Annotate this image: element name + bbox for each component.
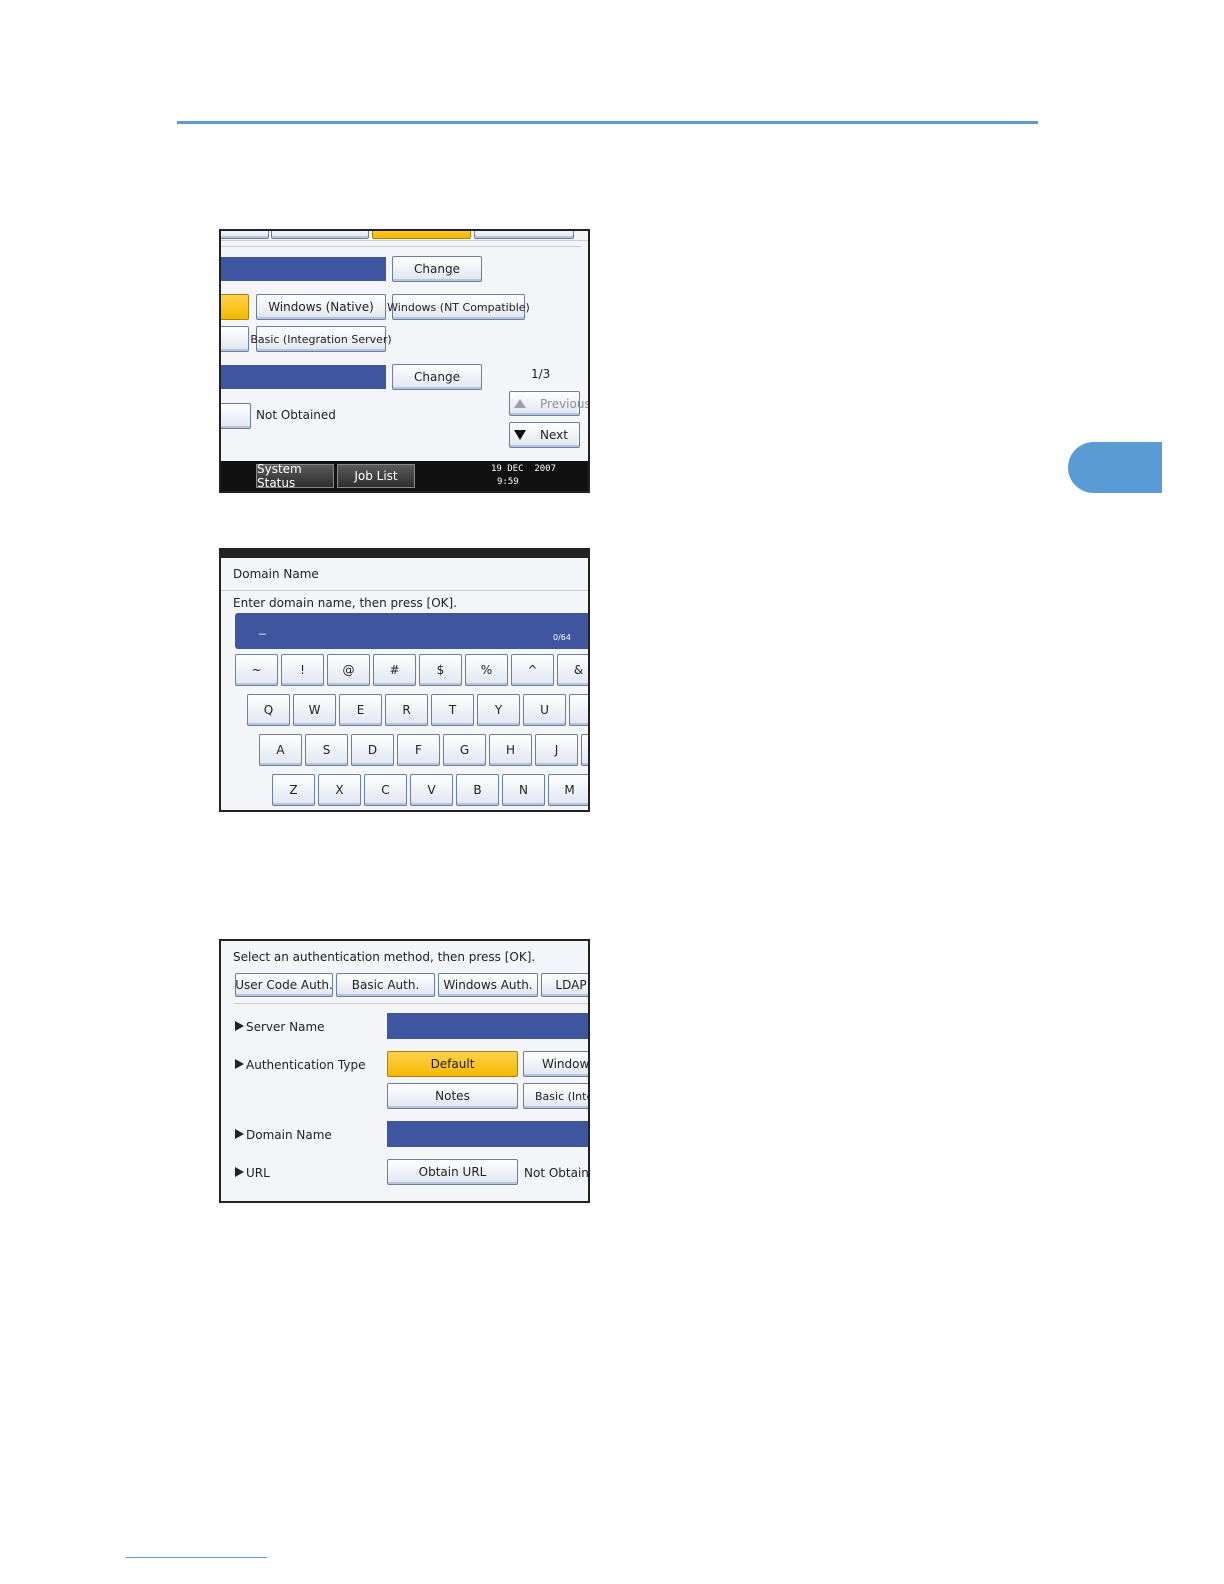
keyboard-key[interactable]: ^ xyxy=(511,654,554,686)
tab-partial-4[interactable] xyxy=(474,231,574,239)
url-status: Not Obtained xyxy=(256,408,336,422)
job-list-button[interactable]: Job List xyxy=(337,464,415,488)
screenshot-authentication-settings-page1: Change Windows (Native) Windows (NT Comp… xyxy=(219,229,590,493)
basic-integration-button[interactable]: Basic (Integr xyxy=(523,1083,588,1109)
default-button-partial[interactable] xyxy=(221,294,249,320)
authentication-type-label: Authentication Type xyxy=(235,1058,365,1072)
url-label: URL xyxy=(235,1166,270,1180)
keyboard-key[interactable]: & xyxy=(557,654,588,686)
windows-nt-compatible-button[interactable]: Windows (NT Compatible) xyxy=(387,294,530,320)
tab-ldap[interactable]: LDAP xyxy=(541,973,588,997)
divider xyxy=(221,246,581,247)
input-cursor: _ xyxy=(259,621,266,635)
keyboard-key[interactable]: N xyxy=(502,774,545,806)
keyboard-key[interactable]: S xyxy=(305,734,348,766)
notes-button[interactable]: Notes xyxy=(387,1083,518,1109)
keyboard-key[interactable]: U xyxy=(523,694,566,726)
keyboard-key[interactable]: E xyxy=(339,694,382,726)
keyboard-key[interactable]: W xyxy=(293,694,336,726)
keyboard-key[interactable]: G xyxy=(443,734,486,766)
obtain-url-button[interactable]: Obtain URL xyxy=(387,1159,518,1185)
windows-native-button[interactable]: Windows (Native) xyxy=(256,294,386,320)
chapter-tab xyxy=(1068,442,1162,493)
down-arrow-icon xyxy=(514,430,526,440)
keyboard-key[interactable]: R xyxy=(385,694,428,726)
date-display: 19 DEC 2007 xyxy=(491,464,557,474)
next-button[interactable]: Next xyxy=(509,422,580,448)
dialog-title: Domain Name xyxy=(233,567,319,581)
keyboard-key[interactable]: @ xyxy=(327,654,370,686)
dialog-title-bar xyxy=(221,550,588,558)
keyboard-key[interactable]: # xyxy=(373,654,416,686)
keyboard-key[interactable]: M xyxy=(548,774,588,806)
keyboard-key[interactable]: T xyxy=(431,694,474,726)
footer-rule xyxy=(126,1557,267,1558)
previous-label: Previous xyxy=(540,396,590,411)
tab-partial-1[interactable] xyxy=(221,231,269,239)
page-indicator: 1/3 xyxy=(531,367,551,381)
domain-name-field[interactable] xyxy=(221,365,386,389)
server-name-label: Server Name xyxy=(235,1020,325,1034)
tab-partial-2[interactable] xyxy=(271,231,369,239)
windows-button[interactable]: Windows xyxy=(523,1051,588,1077)
keyboard-key[interactable]: J xyxy=(535,734,578,766)
arrow-right-icon xyxy=(235,1129,244,1139)
url-status: Not Obtaine xyxy=(524,1166,590,1180)
instruction-text: Select an authentication method, then pr… xyxy=(233,950,536,964)
keyboard-key[interactable]: C xyxy=(364,774,407,806)
keyboard-key[interactable]: Q xyxy=(247,694,290,726)
header-rule xyxy=(177,121,1038,124)
server-name-field[interactable] xyxy=(221,257,386,281)
screenshot-domain-name-keyboard: Domain Name Enter domain name, then pres… xyxy=(219,548,590,812)
obtain-url-button-partial[interactable] xyxy=(221,403,251,429)
status-bar: System Status Job List 19 DEC 2007 9:59 xyxy=(221,461,588,491)
server-name-field[interactable] xyxy=(387,1013,588,1039)
keyboard-key[interactable] xyxy=(581,734,588,766)
arrow-right-icon xyxy=(235,1059,244,1069)
arrow-right-icon xyxy=(235,1167,244,1177)
keyboard-key[interactable]: H xyxy=(489,734,532,766)
keyboard-key[interactable]: V xyxy=(410,774,453,806)
tab-partial-selected[interactable] xyxy=(372,231,471,239)
tab-windows-auth[interactable]: Windows Auth. xyxy=(438,973,538,997)
keyboard-key[interactable]: $ xyxy=(419,654,462,686)
keyboard-key[interactable]: A xyxy=(259,734,302,766)
previous-button[interactable]: Previous xyxy=(509,391,588,416)
domain-name-input[interactable]: _ 0/64 xyxy=(235,613,588,649)
tab-basic-auth[interactable]: Basic Auth. xyxy=(336,973,435,997)
screenshot-authentication-method: Select an authentication method, then pr… xyxy=(219,939,590,1203)
domain-name-field[interactable] xyxy=(387,1121,588,1147)
char-count: 0/64 xyxy=(553,633,571,642)
next-label: Next xyxy=(540,428,568,442)
keyboard-key[interactable]: X xyxy=(318,774,361,806)
domain-name-label: Domain Name xyxy=(235,1128,332,1142)
change-button-2[interactable]: Change xyxy=(392,364,482,390)
system-status-button[interactable]: System Status xyxy=(256,462,334,490)
title-divider xyxy=(221,590,588,591)
instruction-text: Enter domain name, then press [OK]. xyxy=(233,596,458,610)
time-display: 9:59 xyxy=(497,477,519,487)
keyboard-key[interactable]: Z xyxy=(272,774,315,806)
keyboard-key[interactable]: % xyxy=(465,654,508,686)
arrow-right-icon xyxy=(235,1021,244,1031)
tab-user-code-auth[interactable]: User Code Auth. xyxy=(235,973,333,997)
default-button[interactable]: Default xyxy=(387,1051,518,1077)
keyboard-key[interactable]: ! xyxy=(281,654,324,686)
keyboard-key[interactable]: D xyxy=(351,734,394,766)
change-button-1[interactable]: Change xyxy=(392,256,482,282)
keyboard-key[interactable]: F xyxy=(397,734,440,766)
basic-integration-server-button[interactable]: Basic (Integration Server) xyxy=(250,326,392,352)
notes-button-partial[interactable] xyxy=(221,326,249,352)
keyboard-key[interactable]: ~ xyxy=(235,654,278,686)
up-arrow-icon xyxy=(514,399,526,408)
tab-divider xyxy=(235,1003,588,1004)
keyboard-key[interactable]: Y xyxy=(477,694,520,726)
keyboard-key[interactable] xyxy=(569,694,588,726)
keyboard-key[interactable]: B xyxy=(456,774,499,806)
